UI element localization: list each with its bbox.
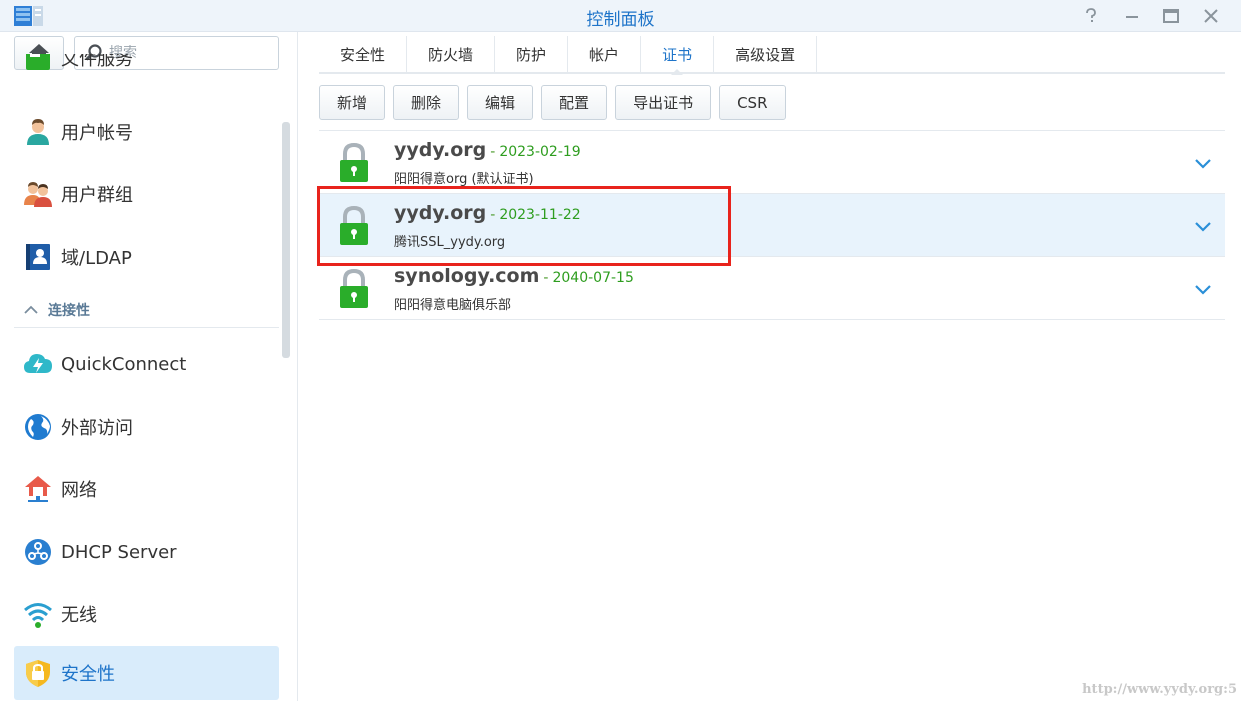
configure-button[interactable]: 配置 bbox=[541, 85, 608, 120]
certificate-description: 腾讯SSL_yydy.org bbox=[394, 235, 506, 250]
sidebar-item-user-account[interactable]: 用户帐号 bbox=[14, 105, 279, 159]
delete-button[interactable]: 删除 bbox=[393, 85, 460, 120]
sidebar-item-wireless[interactable]: 无线 bbox=[14, 587, 279, 641]
lock-icon bbox=[338, 205, 370, 246]
certificate-description: 阳阳得意org (默认证书) bbox=[394, 172, 534, 187]
certificate-name-line: yydy.org -2023-02-19 bbox=[394, 139, 581, 161]
chevron-down-icon[interactable] bbox=[1193, 153, 1213, 173]
lock-icon bbox=[338, 142, 370, 183]
user-icon bbox=[23, 117, 53, 147]
chevron-up-icon bbox=[24, 305, 38, 314]
sidebar-item-quickconnect[interactable]: QuickConnect bbox=[14, 337, 279, 391]
sidebar-item-label: 网络 bbox=[61, 480, 97, 501]
tab-protection[interactable]: 防护 bbox=[495, 36, 569, 72]
certificate-expiry-date: 2023-11-22 bbox=[499, 207, 581, 223]
chevron-down-icon[interactable] bbox=[1193, 279, 1213, 299]
certificate-row[interactable]: yydy.org -2023-02-19 阳阳得意org (默认证书) bbox=[319, 131, 1225, 194]
maximize-icon[interactable] bbox=[1158, 4, 1184, 28]
network-icon bbox=[23, 474, 53, 504]
title-bar: 控制面板 bbox=[0, 0, 1241, 32]
sidebar-item-external-access[interactable]: 外部访问 bbox=[14, 400, 279, 454]
tab-account[interactable]: 帐户 bbox=[568, 36, 642, 72]
certificate-name-line: yydy.org -2023-11-22 bbox=[394, 202, 581, 224]
window-title: 控制面板 bbox=[586, 10, 655, 30]
sidebar-scrollbar[interactable] bbox=[282, 122, 290, 358]
wifi-icon bbox=[23, 599, 53, 629]
export-certificate-button[interactable]: 导出证书 bbox=[615, 85, 712, 120]
lock-icon bbox=[338, 268, 370, 309]
sidebar-item-label: DHCP Server bbox=[61, 541, 177, 563]
sidebar-item-label: 域/LDAP bbox=[61, 248, 132, 269]
group-icon bbox=[23, 179, 53, 209]
control-panel-window: 控制面板 搜索 文件服务 用户帐号 用户群组 域/LDAP 连接性 QuickC… bbox=[0, 0, 1241, 701]
separator: - bbox=[543, 270, 549, 286]
certificate-list: yydy.org -2023-02-19 阳阳得意org (默认证书) yydy.… bbox=[319, 130, 1225, 320]
minimize-icon[interactable] bbox=[1119, 4, 1145, 28]
tab-certificate[interactable]: 证书 bbox=[641, 36, 715, 75]
sidebar-item-label: 外部访问 bbox=[61, 418, 133, 439]
section-label: 连接性 bbox=[48, 302, 90, 319]
file-services-icon bbox=[23, 54, 53, 73]
main-panel: 安全性 防火墙 防护 帐户 证书 高级设置 新增 删除 编辑 配置 导出证书 C… bbox=[299, 32, 1241, 701]
tab-firewall[interactable]: 防火墙 bbox=[407, 36, 496, 72]
certificate-expiry-date: 2023-02-19 bbox=[499, 144, 581, 160]
certificate-name: synology.com bbox=[394, 265, 540, 287]
sidebar-item-label: 无线 bbox=[61, 605, 97, 626]
edit-button[interactable]: 编辑 bbox=[467, 85, 534, 120]
quickconnect-icon bbox=[23, 349, 53, 379]
certificate-name: yydy.org bbox=[394, 202, 487, 224]
sidebar-item-file-services[interactable]: 文件服务 bbox=[14, 54, 279, 84]
sidebar-item-security[interactable]: 安全性 bbox=[14, 646, 279, 700]
separator: - bbox=[490, 144, 496, 160]
certificate-name: yydy.org bbox=[394, 139, 487, 161]
certificate-row[interactable]: synology.com -2040-07-15 阳阳得意电脑俱乐部 bbox=[319, 257, 1225, 320]
tab-bar: 安全性 防火墙 防护 帐户 证书 高级设置 bbox=[319, 36, 1225, 75]
certificate-description: 阳阳得意电脑俱乐部 bbox=[394, 298, 512, 313]
certificate-expiry-date: 2040-07-15 bbox=[552, 270, 634, 286]
sidebar-item-ldap[interactable]: 域/LDAP bbox=[14, 230, 279, 284]
csr-button[interactable]: CSR bbox=[719, 85, 786, 120]
sidebar-item-label: 用户群组 bbox=[61, 185, 133, 206]
ldap-icon bbox=[23, 242, 53, 272]
globe-icon bbox=[23, 412, 53, 442]
sidebar-item-label: QuickConnect bbox=[61, 353, 187, 375]
tab-security[interactable]: 安全性 bbox=[319, 36, 408, 72]
close-icon[interactable] bbox=[1198, 4, 1224, 28]
sidebar-item-dhcp-server[interactable]: DHCP Server bbox=[14, 525, 279, 579]
sidebar-item-label: 安全性 bbox=[61, 664, 115, 685]
sidebar: 文件服务 用户帐号 用户群组 域/LDAP 连接性 bbox=[0, 32, 298, 701]
dhcp-icon bbox=[23, 537, 53, 567]
section-connectivity[interactable]: 连接性 bbox=[14, 292, 279, 328]
separator: - bbox=[490, 207, 496, 223]
chevron-down-icon[interactable] bbox=[1193, 216, 1213, 236]
sidebar-item-user-group[interactable]: 用户群组 bbox=[14, 167, 279, 221]
certificate-row[interactable]: yydy.org -2023-11-22 腾讯SSL_yydy.org bbox=[319, 194, 1225, 257]
certificate-name-line: synology.com -2040-07-15 bbox=[394, 265, 634, 287]
sidebar-item-network[interactable]: 网络 bbox=[14, 462, 279, 516]
toolbar: 新增 删除 编辑 配置 导出证书 CSR bbox=[319, 85, 786, 120]
add-button[interactable]: 新增 bbox=[319, 85, 386, 120]
watermark: http://www.yydy.org:5 bbox=[1082, 682, 1237, 697]
sidebar-item-label: 用户帐号 bbox=[61, 123, 133, 144]
tab-advanced-settings[interactable]: 高级设置 bbox=[714, 36, 818, 72]
help-icon[interactable] bbox=[1078, 4, 1104, 28]
shield-icon bbox=[23, 658, 53, 688]
sidebar-item-label: 文件服务 bbox=[61, 54, 133, 70]
